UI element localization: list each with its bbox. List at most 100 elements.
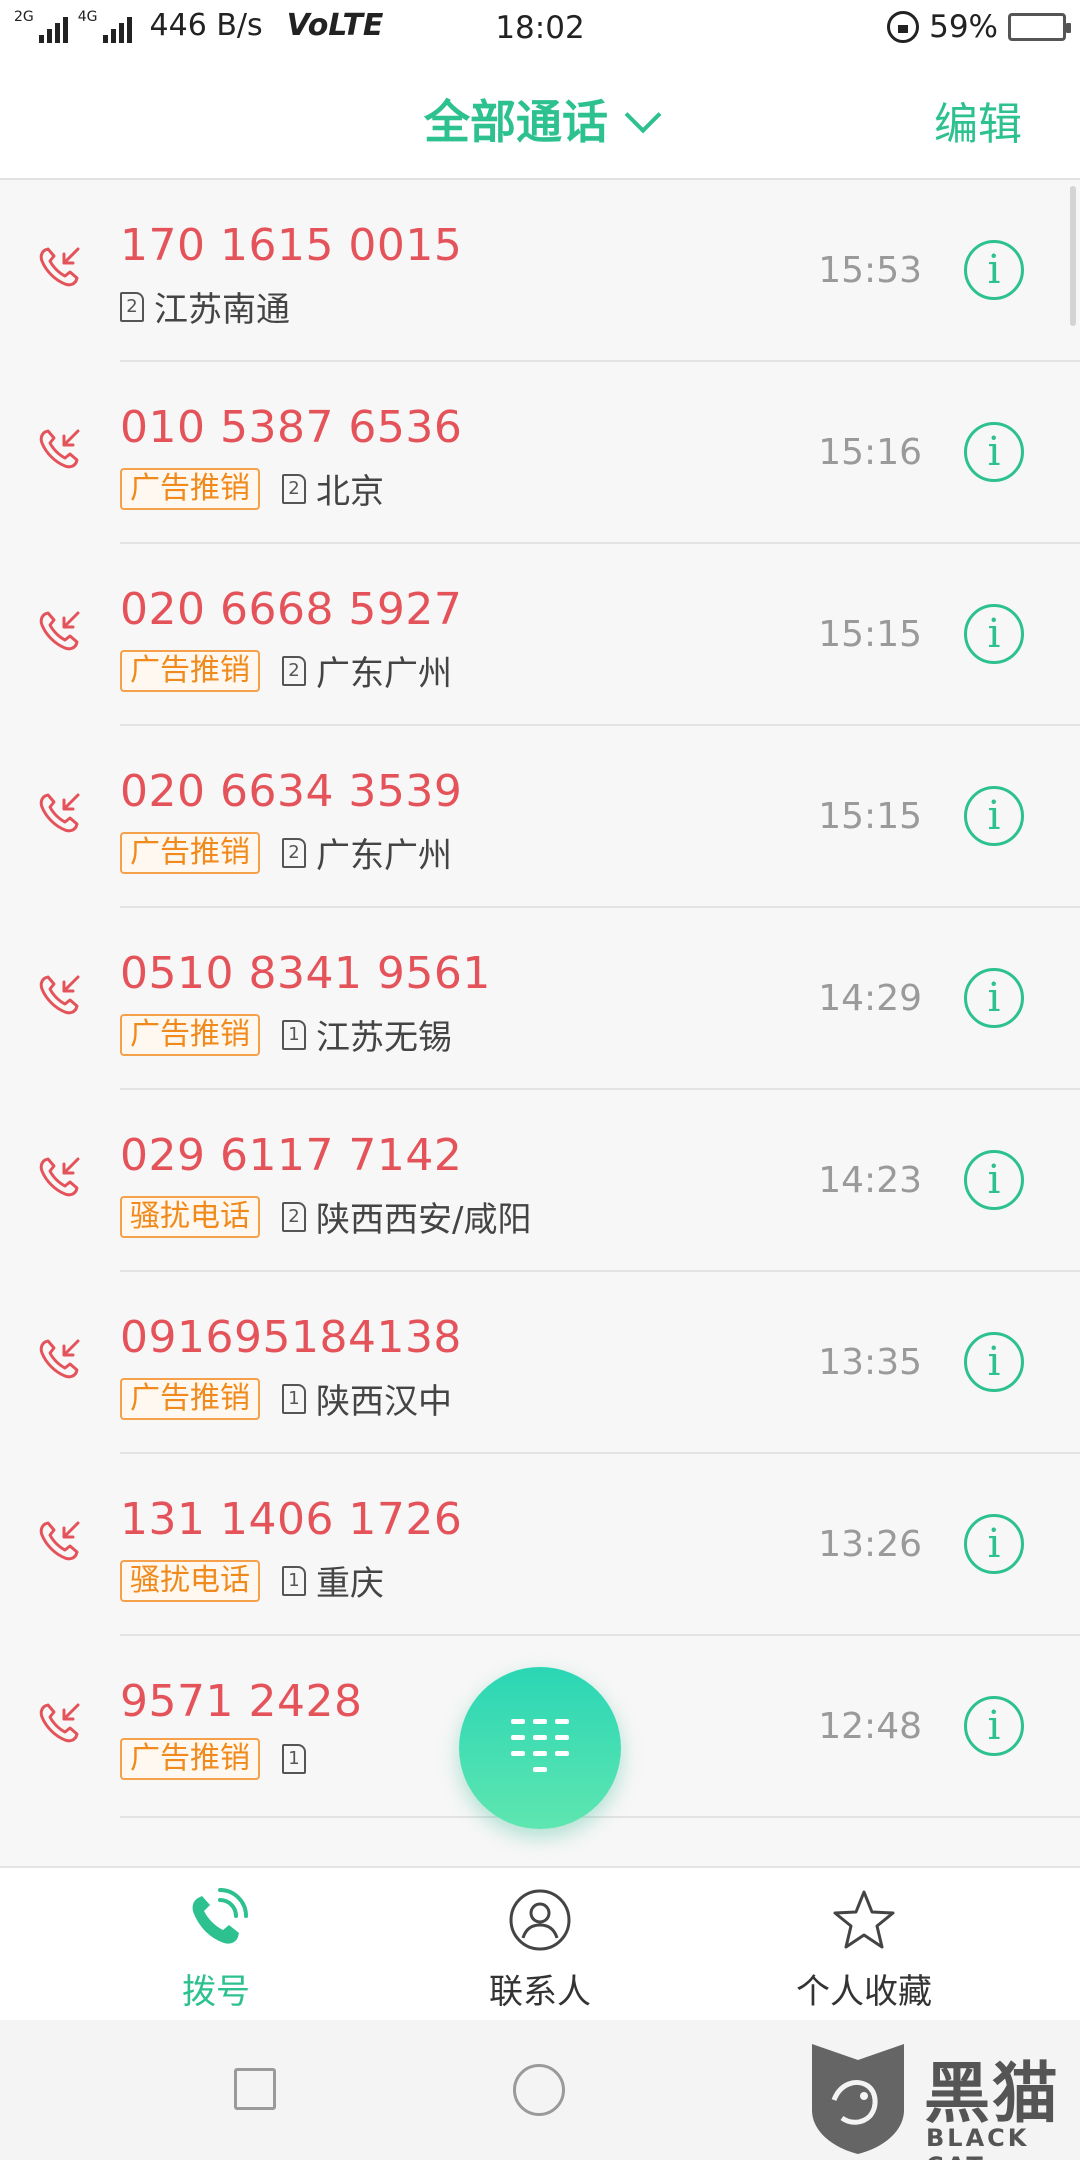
call-details: 骚扰电话 1 重庆 <box>120 1556 384 1605</box>
call-location: 陕西西安/咸阳 <box>316 1200 532 1240</box>
status-right: 59% <box>887 9 1071 45</box>
missed-call-icon <box>39 611 80 651</box>
battery-percent: 59% <box>929 9 998 45</box>
scrollbar[interactable] <box>1070 186 1076 326</box>
dialpad-icon <box>511 1719 569 1772</box>
call-log-row[interactable]: 020 6668 5927 广告推销 2 广东广州 15:15 i <box>0 544 1080 726</box>
info-button[interactable]: i <box>964 1514 1024 1574</box>
missed-call-icon <box>39 429 80 469</box>
call-log-row[interactable]: 020 6634 3539 广告推销 2 广东广州 15:15 i <box>0 726 1080 908</box>
call-log-list[interactable]: 170 1615 0015 2 江苏南通 15:53 i 010 5387 65… <box>0 180 1080 1870</box>
info-button[interactable]: i <box>964 786 1024 846</box>
star-icon <box>833 1890 895 1949</box>
call-log-row[interactable]: 010 5387 6536 广告推销 2 北京 15:16 i <box>0 362 1080 544</box>
call-log-row[interactable]: 0510 8341 9561 广告推销 1 江苏无锡 14:29 i <box>0 908 1080 1090</box>
call-number: 0510 8341 9561 <box>120 948 491 999</box>
call-location: 江苏南通 <box>154 290 290 330</box>
edit-button[interactable]: 编辑 <box>934 88 1022 152</box>
call-location: 江苏无锡 <box>316 1018 452 1058</box>
contact-icon <box>509 1889 571 1951</box>
watermark-text-en: BLACK CAT <box>926 2124 1030 2160</box>
call-tag-badge: 广告推销 <box>120 467 260 510</box>
call-details: 2 江苏南通 <box>120 282 290 331</box>
info-button[interactable]: i <box>964 1150 1024 1210</box>
call-time: 15:16 <box>818 432 922 473</box>
call-number: 029 6117 7142 <box>120 1130 463 1181</box>
call-time: 12:48 <box>818 1706 922 1747</box>
recent-apps-button[interactable] <box>234 2068 276 2110</box>
call-tag-badge: 广告推销 <box>120 1738 260 1780</box>
call-log-row[interactable]: 091695184138 广告推销 1 陕西汉中 13:35 i <box>0 1272 1080 1454</box>
call-time: 13:35 <box>818 1342 922 1383</box>
call-location: 广东广州 <box>316 836 452 876</box>
home-button[interactable] <box>513 2064 565 2116</box>
call-tag-badge: 广告推销 <box>120 649 260 692</box>
info-button[interactable]: i <box>964 1332 1024 1392</box>
info-button[interactable]: i <box>964 422 1024 482</box>
call-details: 广告推销 2 广东广州 <box>120 828 452 877</box>
chevron-down-icon <box>624 96 662 134</box>
info-button[interactable]: i <box>964 1696 1024 1756</box>
info-button[interactable]: i <box>964 604 1024 664</box>
watermark: 黑猫 BLACK CAT <box>806 2040 1080 2160</box>
call-number: 020 6668 5927 <box>120 584 463 635</box>
info-button[interactable]: i <box>964 240 1024 300</box>
missed-call-icon <box>39 975 80 1015</box>
call-time: 15:15 <box>818 614 922 655</box>
call-number: 170 1615 0015 <box>120 220 463 271</box>
tab-contacts[interactable]: 联系人 <box>390 1868 690 2022</box>
missed-call-icon <box>39 1521 80 1561</box>
call-details: 广告推销 1 江苏无锡 <box>120 1010 452 1059</box>
call-time: 15:15 <box>818 796 922 837</box>
call-log-row[interactable]: 131 1406 1726 骚扰电话 1 重庆 13:26 i <box>0 1454 1080 1636</box>
phone-icon <box>192 1888 248 1944</box>
call-time: 14:23 <box>818 1160 922 1201</box>
missed-call-icon <box>39 1157 80 1197</box>
dialpad-fab-button[interactable] <box>459 1667 621 1829</box>
call-details: 广告推销 1 <box>120 1738 316 1780</box>
call-location: 陕西汉中 <box>316 1382 452 1422</box>
call-time: 15:53 <box>818 250 922 291</box>
call-location: 北京 <box>316 472 384 512</box>
header-title: 全部通话 <box>424 95 608 149</box>
tab-dial[interactable]: 拨号 <box>66 1868 366 2022</box>
tab-favorites-label: 个人收藏 <box>796 1972 932 2012</box>
sim-card-icon: 1 <box>282 1744 306 1774</box>
call-details: 骚扰电话 2 陕西西安/咸阳 <box>120 1192 531 1241</box>
status-bar: 2G 4G 446 B/s VoLTE 18:02 59% <box>0 0 1080 58</box>
call-filter-dropdown[interactable]: 全部通话 <box>0 86 1080 152</box>
call-time: 13:26 <box>818 1524 922 1565</box>
sim-card-icon: 2 <box>282 1201 306 1232</box>
tab-dial-label: 拨号 <box>182 1972 250 2012</box>
call-number: 131 1406 1726 <box>120 1494 463 1545</box>
row-divider <box>120 1816 1080 1818</box>
sim-card-icon: 2 <box>120 291 144 322</box>
call-location: 广东广州 <box>316 654 452 694</box>
call-tag-badge: 广告推销 <box>120 1377 260 1420</box>
sim-card-icon: 1 <box>282 1019 306 1050</box>
missed-call-icon <box>39 247 80 287</box>
call-number: 9571 2428 <box>120 1676 363 1727</box>
black-cat-logo-icon <box>812 2044 904 2154</box>
call-log-row[interactable]: 029 6117 7142 骚扰电话 2 陕西西安/咸阳 14:23 i <box>0 1090 1080 1272</box>
call-number: 091695184138 <box>120 1312 462 1363</box>
call-tag-badge: 骚扰电话 <box>120 1195 260 1238</box>
sim-card-icon: 2 <box>282 473 306 504</box>
tab-contacts-label: 联系人 <box>489 1972 591 2012</box>
tab-favorites[interactable]: 个人收藏 <box>714 1868 1014 2022</box>
call-log-row[interactable]: 170 1615 0015 2 江苏南通 15:53 i <box>0 180 1080 362</box>
watermark-text-cn: 黑猫 <box>924 2055 1060 2132</box>
call-number: 020 6634 3539 <box>120 766 463 817</box>
call-location: 重庆 <box>316 1564 384 1604</box>
sim-card-icon: 2 <box>282 655 306 686</box>
call-details: 广告推销 2 北京 <box>120 464 384 513</box>
missed-call-icon <box>39 1703 80 1743</box>
call-tag-badge: 广告推销 <box>120 831 260 874</box>
info-button[interactable]: i <box>964 968 1024 1028</box>
call-tag-badge: 广告推销 <box>120 1013 260 1056</box>
call-details: 广告推销 2 广东广州 <box>120 646 452 695</box>
sim-card-icon: 2 <box>282 837 306 868</box>
call-number: 010 5387 6536 <box>120 402 463 453</box>
battery-icon <box>1008 13 1071 41</box>
rotation-lock-icon <box>887 11 920 43</box>
